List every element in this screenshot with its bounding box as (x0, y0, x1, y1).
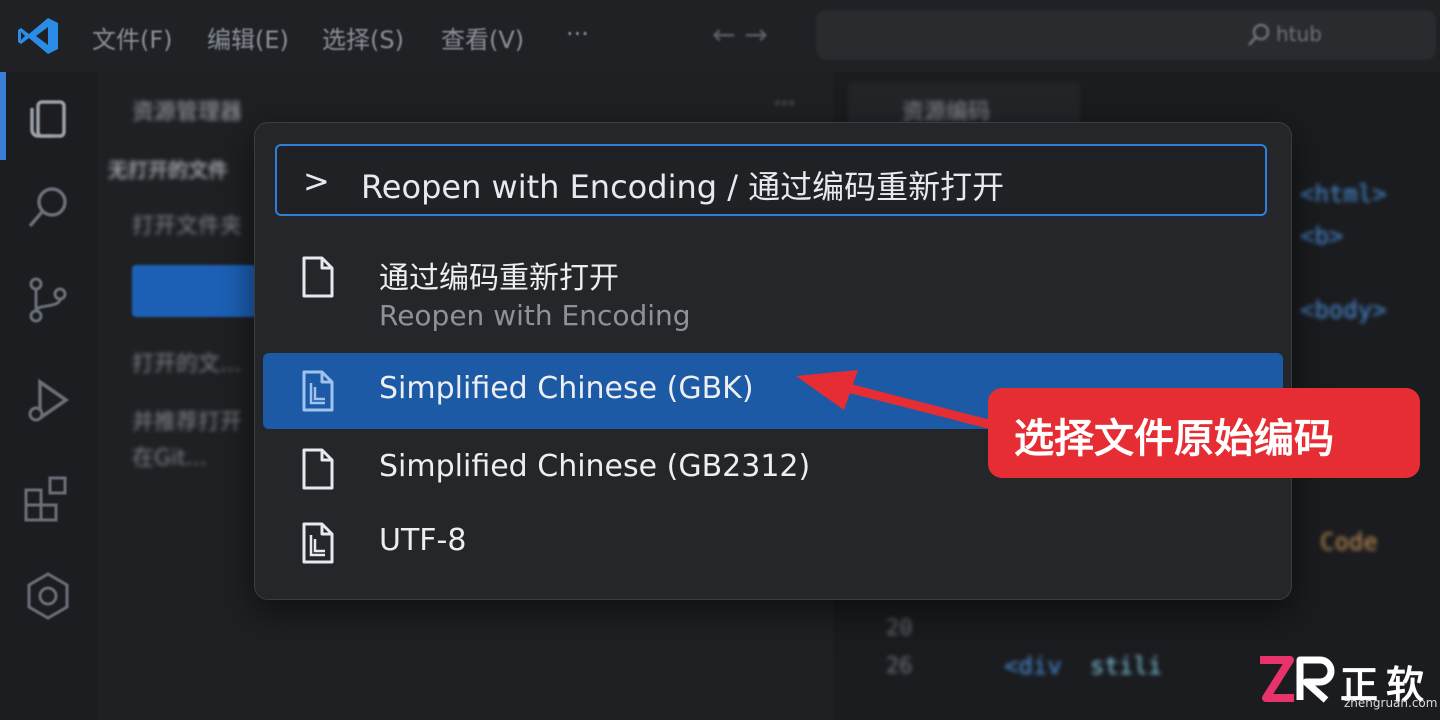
menu-view[interactable]: 查看(V) (441, 20, 524, 55)
run-debug-icon[interactable] (20, 372, 76, 428)
open-folder-button[interactable] (132, 265, 256, 317)
palette-item-utf8[interactable]: UTF-8 (263, 505, 1283, 581)
sidebar-line: 打开的文... (132, 352, 241, 377)
code-line: <body> (1300, 296, 1387, 324)
search-sidebar-icon[interactable] (20, 180, 76, 236)
forward-arrow-icon[interactable]: → (744, 18, 767, 51)
menu-edit[interactable]: 编辑(E) (207, 20, 289, 55)
code-line: <div (1004, 652, 1062, 680)
line-number: 20 (886, 616, 913, 641)
annotation-arrow-icon (796, 370, 1000, 431)
search-icon (1248, 23, 1270, 46)
sidebar-section-title[interactable]: 无打开的文件 (108, 154, 228, 183)
code-line: <html> (1300, 180, 1387, 208)
explorer-icon[interactable] (20, 88, 76, 144)
palette-item-label: Simplified Chinese (GB2312) (379, 449, 811, 484)
code-line: stili (1090, 652, 1163, 680)
command-palette-input[interactable]: > Reopen with Encoding / 通过编码重新打开 (275, 144, 1267, 216)
sidebar-line: 并推荐打开 (132, 410, 243, 435)
vscode-logo-icon (18, 18, 58, 54)
palette-item-label: UTF-8 (379, 523, 467, 558)
file-icon (302, 448, 334, 490)
activity-active-indicator (0, 72, 6, 160)
encoding-file-icon (302, 370, 334, 412)
title-bar: 文件(F) 编辑(E) 选择(S) 查看(V) ··· ← → htub (0, 0, 1440, 72)
nav-arrows[interactable]: ← → (712, 18, 768, 51)
command-query-text[interactable]: Reopen with Encoding / 通过编码重新打开 (361, 162, 1004, 208)
remote-explorer-icon[interactable] (20, 568, 76, 624)
encoding-file-icon (302, 522, 334, 564)
source-control-icon[interactable] (20, 272, 76, 328)
annotation-text: 选择文件原始编码 (1014, 416, 1334, 462)
command-prompt-symbol: > (303, 162, 330, 200)
sidebar-line: 打开文件夹 (132, 214, 243, 239)
sidebar-line: 在Git... (132, 446, 207, 471)
palette-item-label: Simplified Chinese (GBK) (379, 371, 754, 406)
menu-selection[interactable]: 选择(S) (322, 20, 404, 55)
file-icon (302, 256, 334, 298)
sidebar-more-icon[interactable]: ··· (774, 92, 795, 117)
extensions-icon[interactable] (20, 470, 76, 526)
sidebar-title: 资源管理器 (132, 100, 243, 125)
palette-item-reopen-with-encoding[interactable]: 通过编码重新打开 Reopen with Encoding (263, 241, 1283, 345)
menu-more[interactable]: ··· (566, 20, 589, 48)
palette-item-label: 通过编码重新打开 (379, 261, 619, 296)
code-line: Code (1320, 528, 1378, 556)
back-arrow-icon[interactable]: ← (712, 18, 735, 51)
palette-item-sublabel: Reopen with Encoding (379, 299, 691, 332)
command-center-hint: htub (1276, 22, 1322, 46)
zr-logo-icon (1260, 656, 1335, 703)
annotation-callout: 选择文件原始编码 (988, 388, 1420, 478)
watermark-url: zhengruan.com (1344, 696, 1438, 710)
code-line: <b> (1300, 222, 1344, 250)
command-palette: > Reopen with Encoding / 通过编码重新打开 通过编码重新… (254, 122, 1292, 600)
menu-file[interactable]: 文件(F) (92, 20, 173, 55)
line-number: 26 (886, 654, 913, 679)
command-center[interactable]: htub (816, 10, 1436, 60)
